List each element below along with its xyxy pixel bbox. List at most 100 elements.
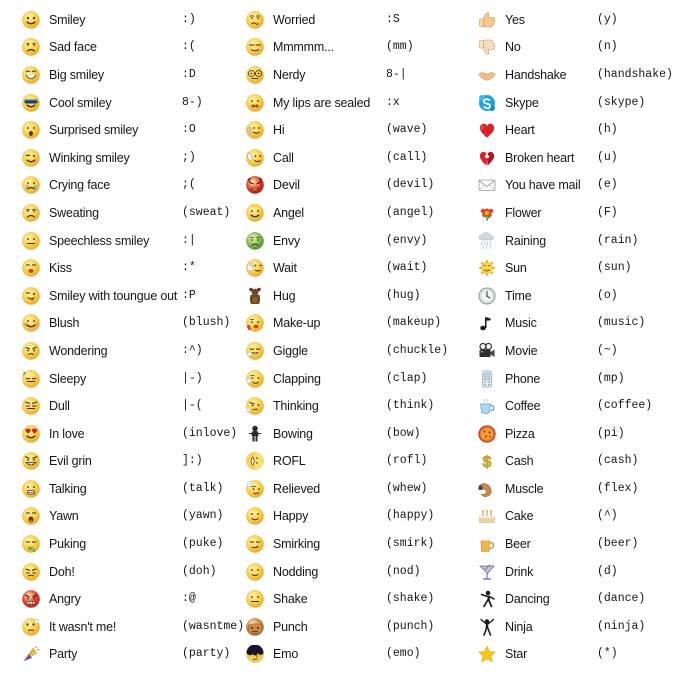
emoticon-row[interactable]: ROFL (rofl) (240, 448, 470, 476)
emoticon-row[interactable]: Hi (wave) (240, 116, 470, 144)
emoticon-row[interactable]: Yes (y) (470, 6, 700, 34)
emoticon-name: ROFL (273, 454, 306, 469)
emoticon-row[interactable]: You have mail (e) (470, 172, 700, 200)
emoticon-row[interactable]: Broken heart (u) (470, 144, 700, 172)
emoticon-code: (happy) (386, 509, 435, 523)
emoticon-row[interactable]: Surprised smiley:O (0, 116, 240, 144)
emoticon-code: (~) (597, 343, 618, 357)
emoticon-row[interactable]: Call (call) (240, 144, 470, 172)
emoticon-row[interactable]: Thinking (think) (240, 392, 470, 420)
emoticon-name: Smiley with toungue out (49, 288, 178, 303)
emoticon-name: Mmmmm... (273, 40, 334, 55)
ninja-icon (478, 618, 496, 636)
emoticon-row[interactable]: z Sleepy |-) (0, 365, 240, 393)
emoticon-row[interactable]: Puking (puke) (0, 530, 240, 558)
envy-icon (246, 231, 264, 250)
rofl-icon (246, 452, 264, 471)
emoticon-row[interactable]: Movie (~) (470, 337, 700, 365)
evil-grin-icon (22, 452, 40, 471)
emoticon-code: (o) (597, 288, 618, 302)
emoticon-row[interactable]: Smiley:) (0, 6, 240, 34)
emoticon-row[interactable]: Skype (skype) (470, 89, 700, 117)
emoticon-code: (inlove) (182, 426, 238, 440)
emoticon-row[interactable]: Ninja (ninja) (470, 613, 700, 641)
emoticon-row[interactable]: Coffee (coffee) (470, 392, 700, 420)
emoticon-row[interactable]: In love (inlove) (0, 420, 240, 448)
emoticon-row[interactable]: Wait (wait) (240, 254, 470, 282)
emoticon-row[interactable]: Speechless smiley:| (0, 227, 240, 255)
emoticon-row[interactable]: Relieved (whew) (240, 475, 470, 503)
emoticon-row[interactable]: Handshake (handshake) (470, 61, 700, 89)
emoticon-row[interactable]: Music (music) (470, 310, 700, 338)
star-icon (478, 645, 496, 663)
emoticon-row[interactable]: Big smiley:D (0, 61, 240, 89)
emoticon-row[interactable]: Punch (punch) (240, 613, 470, 641)
emoticon-row[interactable]: Clapping (clap) (240, 365, 470, 393)
emoticon-name: Phone (505, 371, 541, 386)
emoticon-row[interactable]: Time (o) (470, 282, 700, 310)
emoticon-row[interactable]: Pizza (pi) (470, 420, 700, 448)
emoticon-row[interactable]: Make-up (makeup) (240, 310, 470, 338)
emoticon-row[interactable]: Evil grin]:) (0, 448, 240, 476)
emoticon-row[interactable]: No (n) (470, 34, 700, 62)
emoticon-row[interactable]: Blush (blush) (0, 310, 240, 338)
emoticon-row[interactable]: Devil (devil) (240, 172, 470, 200)
emoticon-row[interactable]: Drink (d) (470, 558, 700, 586)
bowing-icon (246, 425, 264, 443)
emoticon-row[interactable]: Dull |-( (0, 392, 240, 420)
emoticon-code: :* (182, 261, 196, 275)
emoticon-row[interactable]: Talking (talk) (0, 475, 240, 503)
emoticon-row[interactable]: Raining (rain) (470, 227, 700, 255)
emoticon-row[interactable]: Sun (sun) (470, 254, 700, 282)
emoticon-row[interactable]: Smirking (smirk) (240, 530, 470, 558)
column-1-smileys: Smiley:) Sad face:(Big smiley:D Cool smile… (0, 6, 244, 695)
emoticon-row[interactable]: Nodding (nod) (240, 558, 470, 586)
emoticon-row[interactable]: Winking smiley;) (0, 144, 240, 172)
emoticon-name: Emo (273, 647, 299, 662)
emoticon-row[interactable]: Angry:@ (0, 585, 240, 613)
emoticon-row[interactable]: Mmmmm... (mm) (240, 34, 470, 62)
emoticon-row[interactable]: Yawn (yawn) (0, 503, 240, 531)
emoticon-row[interactable]: Wondering:^) (0, 337, 240, 365)
emoticon-row[interactable]: Doh! (doh) (0, 558, 240, 586)
emoticon-row[interactable]: Smiley with toungue out:P (0, 282, 240, 310)
party-icon (22, 645, 40, 663)
mmmmm-icon (246, 38, 264, 57)
emoticon-row[interactable]: Party (party) (0, 641, 240, 669)
emoticon-row[interactable]: Kiss :* (0, 254, 240, 282)
emoticon-row[interactable]: Cool smiley 8-) (0, 89, 240, 117)
emoticon-row[interactable]: My lips are sealed:x (240, 89, 470, 117)
emoticon-row[interactable]: Star (*) (470, 641, 700, 669)
emoticon-row[interactable]: Bowing (bow) (240, 420, 470, 448)
emoticon-name: Hug (273, 288, 296, 303)
emoticon-row[interactable]: Muscle (flex) (470, 475, 700, 503)
emoticon-row[interactable]: It wasn't me! (wasntme) (0, 613, 244, 641)
emoticon-name: Nodding (273, 564, 319, 579)
emoticon-row[interactable]: Nerdy 8-| (240, 61, 470, 89)
emoticon-name: Thinking (273, 399, 319, 414)
emoticon-name: Kiss (49, 261, 72, 276)
emoticon-row[interactable]: Cake (^) (470, 503, 700, 531)
emoticon-row[interactable]: Hug (hug) (240, 282, 470, 310)
emoticon-row[interactable]: Shake (shake) (240, 585, 470, 613)
emoticon-row[interactable]: Angel (angel) (240, 199, 470, 227)
emoticon-row[interactable]: Emo (emo) (240, 641, 470, 669)
emoticon-name: Crying face (49, 178, 111, 193)
emoticon-row[interactable]: Envy (envy) (240, 227, 470, 255)
emoticon-row[interactable]: Phone (mp) (470, 365, 700, 393)
emoticon-code: ;( (182, 178, 196, 192)
emoticon-row[interactable]: Heart (h) (470, 116, 700, 144)
emoticon-row[interactable]: $ Cash (cash) (470, 448, 700, 476)
emoticon-row[interactable]: Crying face ;( (0, 172, 240, 200)
emoticon-row[interactable]: Worried:S (240, 6, 470, 34)
emoticon-row[interactable]: Sad face:( (0, 34, 240, 62)
worried-icon (246, 11, 264, 29)
emoticon-row[interactable]: Giggle (chuckle) (240, 337, 470, 365)
emoticon-name: Heart (505, 123, 535, 138)
emoticon-row[interactable]: Sweating (sweat) (0, 199, 240, 227)
emoticon-row[interactable]: Dancing (dance) (470, 585, 700, 613)
emoticon-row[interactable]: Happy (happy) (240, 503, 470, 531)
emoticon-row[interactable]: Flower (F) (470, 199, 700, 227)
emoticon-code: :D (182, 67, 196, 81)
emoticon-row[interactable]: Beer (beer) (470, 530, 700, 558)
